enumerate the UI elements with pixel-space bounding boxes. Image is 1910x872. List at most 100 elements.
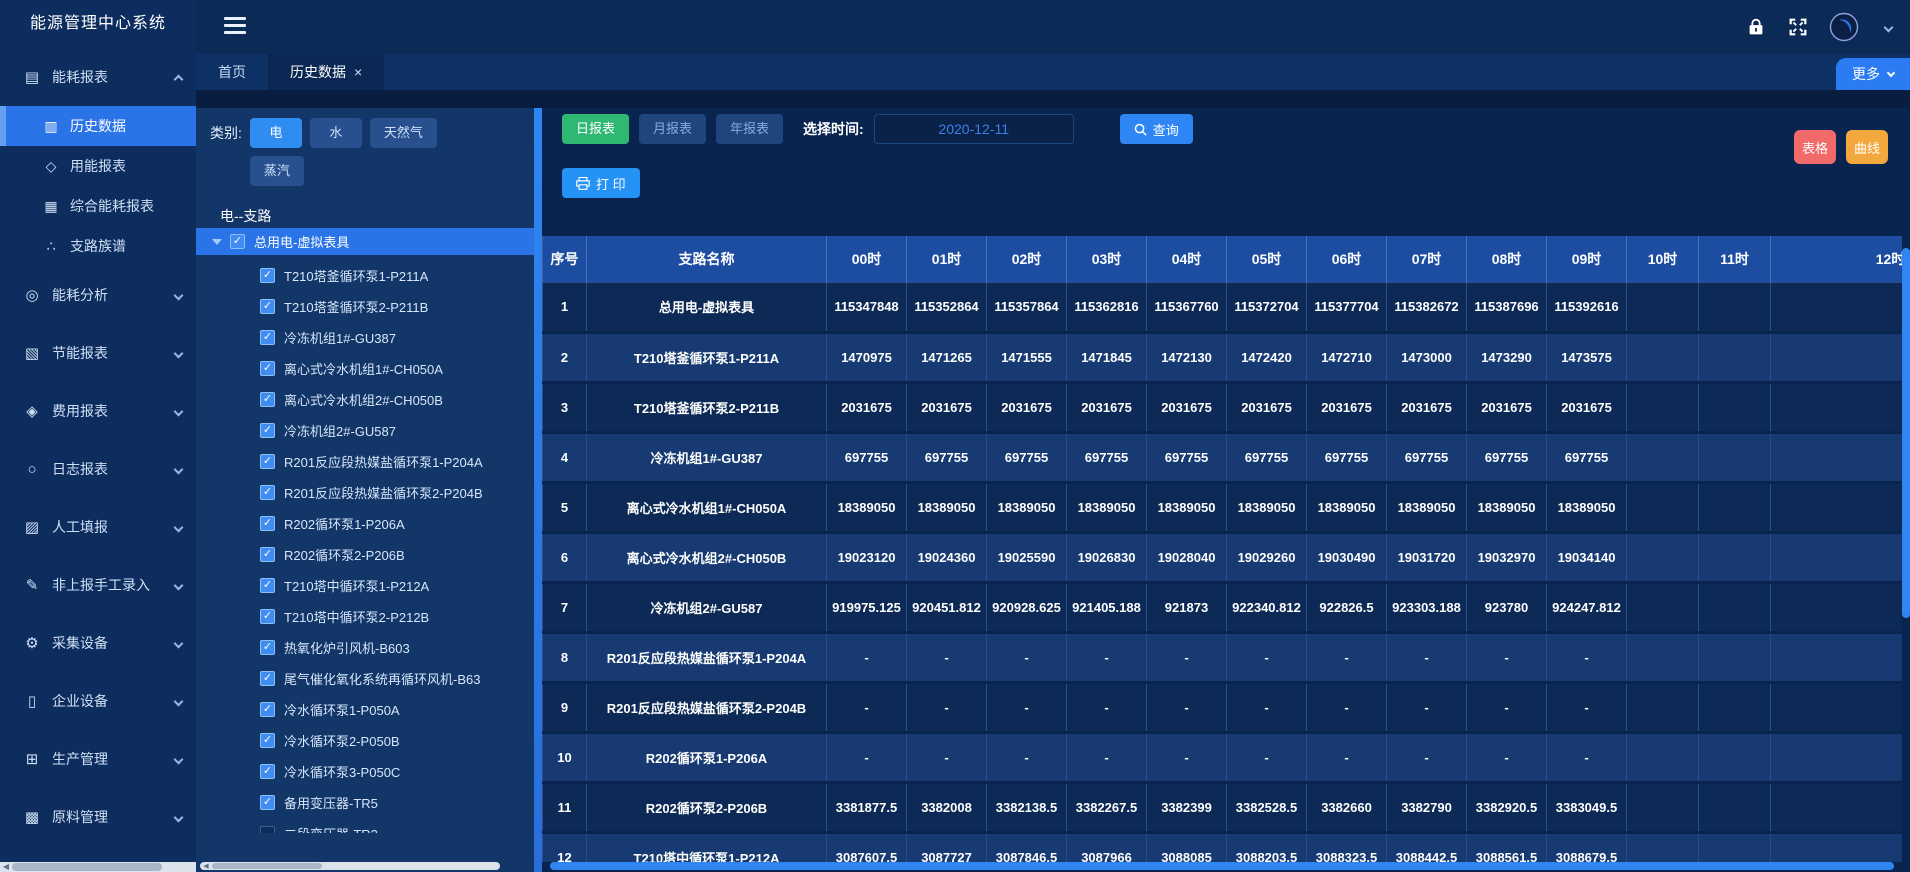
- tree-node[interactable]: ✓冷冻机组1#-GU387: [196, 322, 534, 353]
- row-index-cell: 9: [543, 682, 587, 732]
- tree-node[interactable]: ✓R202循环泵1-P206A: [196, 508, 534, 539]
- table-view-button[interactable]: 表格: [1794, 130, 1836, 164]
- checkbox[interactable]: ✓: [260, 454, 275, 469]
- tree-node[interactable]: ✓备用变压器-TR5: [196, 787, 534, 818]
- tree-node[interactable]: ✓冷水循环泵2-P050B: [196, 725, 534, 756]
- scroll-left-arrow-icon[interactable]: ◀: [200, 862, 212, 870]
- sidebar-item-saving-report[interactable]: ▧节能报表: [0, 324, 196, 382]
- sidebar-item-history-data[interactable]: ▥历史数据: [0, 106, 196, 146]
- tree-root-node[interactable]: ✓ 总用电-虚拟表具: [196, 228, 534, 255]
- checkbox[interactable]: ✓: [260, 671, 275, 686]
- tree-node[interactable]: ✓冷水循环泵3-P050C: [196, 756, 534, 787]
- user-menu-chevron-icon[interactable]: [1884, 22, 1894, 32]
- column-header: 04时: [1147, 236, 1227, 282]
- value-cell: 2031675: [907, 382, 987, 432]
- caret-down-icon[interactable]: [212, 239, 222, 245]
- scrollbar-thumb[interactable]: [212, 863, 322, 869]
- sidebar-item-manual-entry[interactable]: ✎非上报手工录入: [0, 556, 196, 614]
- category-option[interactable]: 水: [310, 118, 362, 148]
- tree-node[interactable]: ✓冷水循环泵1-P050A: [196, 694, 534, 725]
- checkbox[interactable]: ✓: [260, 547, 275, 562]
- checkbox[interactable]: ✓: [260, 392, 275, 407]
- sidebar-item-cost-report[interactable]: ◈费用报表: [0, 382, 196, 440]
- value-cell: [1627, 282, 1699, 332]
- checkbox[interactable]: ✓: [260, 733, 275, 748]
- tree-node[interactable]: ✓ 离心式冷水机组2#-CH050B: [196, 384, 534, 415]
- tab-home[interactable]: 首页: [196, 54, 268, 90]
- tree-node[interactable]: ✓R201反应段热媒盐循环泵1-P204A: [196, 446, 534, 477]
- value-cell: 3088203.5: [1227, 832, 1307, 862]
- checkbox[interactable]: ✓: [260, 640, 275, 655]
- query-button[interactable]: 查询: [1120, 114, 1193, 144]
- checkbox[interactable]: ✓: [260, 361, 275, 376]
- sidebar-item-comprehensive-report[interactable]: ▦综合能耗报表: [0, 186, 196, 226]
- checkbox[interactable]: ✓: [260, 764, 275, 779]
- checkbox[interactable]: ✓: [260, 609, 275, 624]
- sidebar-item-manual-fill[interactable]: ▨人工填报: [0, 498, 196, 556]
- report-type-button[interactable]: 日报表: [562, 114, 629, 144]
- category-option[interactable]: 蒸汽: [250, 156, 304, 186]
- date-input[interactable]: [874, 114, 1074, 144]
- tree-node[interactable]: ✓冷冻机组2#-GU587: [196, 415, 534, 446]
- sidebar-item-report[interactable]: ▤能耗报表: [0, 48, 196, 106]
- tab-history-data[interactable]: 历史数据 ×: [268, 54, 384, 90]
- sidebar-item-energy-analysis[interactable]: ◎能耗分析: [0, 266, 196, 324]
- tab-close-icon[interactable]: ×: [354, 65, 362, 79]
- scrollbar-thumb[interactable]: [12, 863, 162, 871]
- checkbox[interactable]: ✓: [260, 268, 275, 283]
- tree-node[interactable]: ✓T210塔中循环泵2-P212B: [196, 601, 534, 632]
- sidebar-item-collect-device[interactable]: ⚙采集设备: [0, 614, 196, 672]
- value-cell: 18389050: [1467, 482, 1547, 532]
- tree-horizontal-scrollbar[interactable]: ◀: [200, 862, 500, 870]
- more-button[interactable]: 更多: [1836, 58, 1910, 90]
- scroll-left-arrow-icon[interactable]: ◀: [0, 862, 12, 872]
- tree-node[interactable]: ✓T210塔中循环泵1-P212A: [196, 570, 534, 601]
- checkbox[interactable]: ✓: [260, 423, 275, 438]
- sidebar-item-energy-use-report[interactable]: ◇用能报表: [0, 146, 196, 186]
- menu-toggle-button[interactable]: [224, 17, 246, 35]
- avatar[interactable]: [1829, 12, 1859, 42]
- tree-vertical-scrollbar[interactable]: [534, 108, 542, 872]
- row-index-cell: 12: [543, 832, 587, 862]
- checkbox[interactable]: ✓: [260, 330, 275, 345]
- value-cell: -: [1467, 682, 1547, 732]
- tree-node[interactable]: ✓二段变压器-TR2: [196, 818, 534, 833]
- sidebar-item-enterprise-device[interactable]: ▯企业设备: [0, 672, 196, 730]
- tree-node[interactable]: ✓T210塔釜循环泵2-P211B: [196, 291, 534, 322]
- checkbox[interactable]: ✓: [260, 485, 275, 500]
- checkbox[interactable]: ✓: [260, 516, 275, 531]
- checkbox[interactable]: ✓: [260, 299, 275, 314]
- sidebar-item-material-mgmt[interactable]: ▩原料管理: [0, 788, 196, 846]
- checkbox[interactable]: ✓: [260, 795, 275, 810]
- value-cell: 697755: [1227, 432, 1307, 482]
- table-horizontal-scrollbar[interactable]: [550, 862, 1894, 870]
- value-cell: -: [907, 682, 987, 732]
- value-cell: 18389050: [1147, 482, 1227, 532]
- table-vertical-scrollbar[interactable]: [1902, 248, 1910, 618]
- report-panel: 日报表月报表年报表 选择时间: 查询 表格 曲线: [542, 108, 1910, 872]
- tree-node[interactable]: ✓尾气催化氧化系统再循环风机-B63: [196, 663, 534, 694]
- tree-node[interactable]: ✓R201反应段热媒盐循环泵2-P204B: [196, 477, 534, 508]
- tree-node[interactable]: ✓热氧化炉引风机-B603: [196, 632, 534, 663]
- sidebar-horizontal-scrollbar[interactable]: ◀: [0, 862, 196, 872]
- lock-icon[interactable]: [1745, 16, 1767, 38]
- print-button[interactable]: 打 印: [562, 168, 640, 198]
- curve-view-button[interactable]: 曲线: [1846, 130, 1888, 164]
- checkbox[interactable]: ✓: [260, 702, 275, 717]
- tree-node[interactable]: ✓R202循环泵2-P206B: [196, 539, 534, 570]
- tree-node-label: 离心式冷水机组2#-CH050B: [284, 390, 443, 409]
- fullscreen-icon[interactable]: [1787, 16, 1809, 38]
- sidebar-item-log-report[interactable]: ○日志报表: [0, 440, 196, 498]
- checkbox[interactable]: ✓: [260, 826, 275, 833]
- report-type-button[interactable]: 年报表: [716, 114, 783, 144]
- tree-node[interactable]: ✓离心式冷水机组1#-CH050A: [196, 353, 534, 384]
- value-cell: -: [907, 632, 987, 682]
- category-option[interactable]: 电: [250, 118, 302, 148]
- sidebar-item-production-mgmt[interactable]: ⊞生产管理: [0, 730, 196, 788]
- report-type-button[interactable]: 月报表: [639, 114, 706, 144]
- checkbox[interactable]: ✓: [230, 234, 245, 249]
- tree-node[interactable]: ✓T210塔釜循环泵1-P211A: [196, 260, 534, 291]
- sidebar-item-branch-genealogy[interactable]: ∴支路族谱: [0, 226, 196, 266]
- category-option[interactable]: 天然气: [370, 118, 437, 148]
- checkbox[interactable]: ✓: [260, 578, 275, 593]
